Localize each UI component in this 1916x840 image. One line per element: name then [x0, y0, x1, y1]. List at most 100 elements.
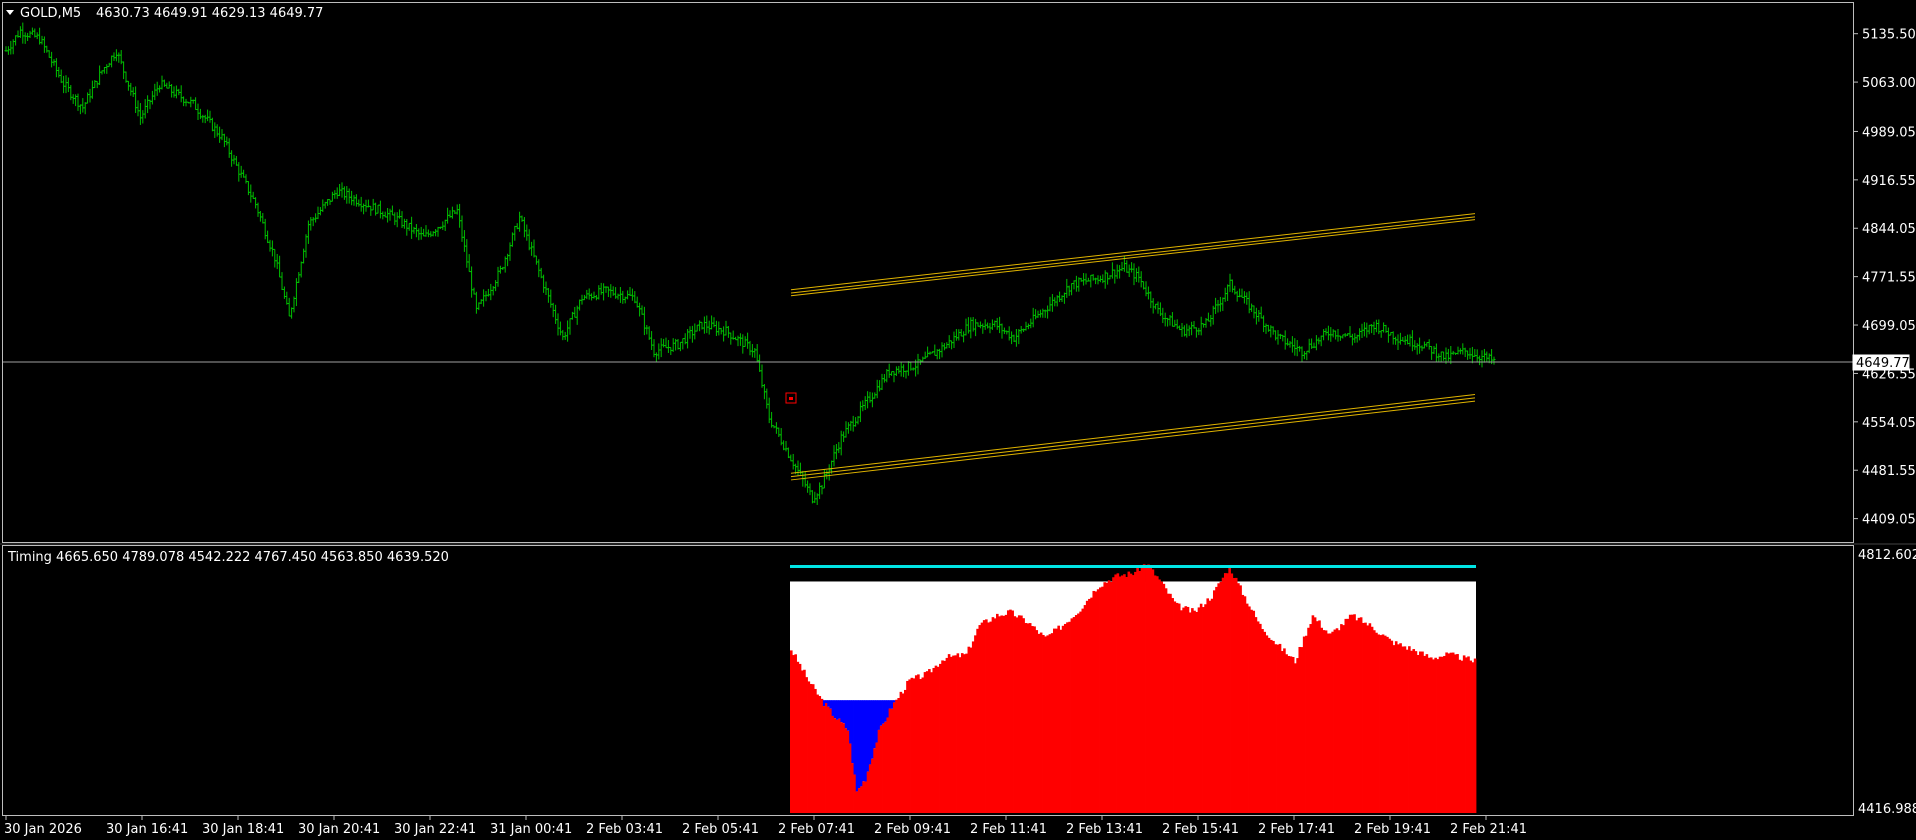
price-bar	[1209, 314, 1213, 327]
price-bar	[486, 288, 490, 297]
price-bar	[1334, 330, 1338, 340]
price-bar	[618, 286, 622, 303]
price-bar	[287, 297, 291, 317]
price-bar	[1127, 264, 1131, 278]
price-bar	[1017, 329, 1021, 345]
dropdown-triangle-icon[interactable]	[6, 10, 14, 15]
price-bar	[791, 453, 795, 470]
price-bar	[398, 209, 402, 219]
price-bar	[330, 191, 334, 202]
price-bar	[609, 284, 613, 298]
price-bar	[755, 344, 759, 362]
price-bar	[527, 229, 531, 251]
price-bar	[318, 207, 322, 216]
price-bar	[556, 313, 560, 336]
price-bar	[669, 346, 673, 356]
price-bar	[443, 219, 447, 231]
price-bar	[962, 331, 966, 343]
price-bar	[978, 321, 982, 329]
price-bar	[1206, 312, 1210, 322]
price-bar	[1072, 280, 1076, 290]
price-bar	[141, 110, 145, 124]
price-bar	[645, 324, 649, 335]
price-bar	[244, 174, 248, 184]
price-bar	[165, 82, 169, 89]
price-bar	[335, 187, 339, 199]
price-bar	[1276, 329, 1280, 345]
price-bar	[729, 332, 733, 345]
price-bar	[1427, 339, 1431, 350]
price-bar	[530, 241, 534, 256]
price-bar	[162, 79, 166, 87]
price-bar	[52, 59, 56, 66]
channel-line	[790, 219, 1476, 297]
price-bar	[1262, 315, 1266, 333]
price-bar	[364, 199, 368, 212]
price-bar	[954, 329, 958, 341]
price-bar	[95, 80, 99, 89]
price-bar	[1360, 323, 1364, 339]
price-bar	[1439, 351, 1443, 363]
price-bar	[429, 231, 433, 238]
price-bar	[1326, 325, 1330, 341]
price-bar	[1190, 321, 1194, 336]
price-bar	[938, 348, 942, 360]
price-bar	[820, 484, 824, 495]
price-bar	[198, 108, 202, 120]
price-bar	[21, 22, 25, 44]
price-bar	[462, 230, 466, 252]
time-axis: 30 Jan 2026 30 Jan 16:41 30 Jan 18:41 30 Ja…	[4, 816, 1527, 837]
price-bar	[880, 373, 884, 391]
price-bar	[1118, 265, 1122, 279]
price-bar	[832, 445, 836, 467]
price-bar	[1058, 291, 1062, 303]
price-bar	[1288, 341, 1292, 348]
price-bar	[350, 190, 354, 206]
price-bar	[1010, 331, 1014, 345]
price-bar	[138, 103, 142, 125]
price-bar	[904, 370, 908, 379]
price-bar	[839, 430, 843, 456]
price-bar	[174, 85, 178, 99]
current-price-label: 4649.77	[1856, 356, 1910, 371]
price-bar	[321, 199, 325, 213]
price-bar	[1458, 348, 1462, 355]
price-bar	[196, 103, 200, 120]
price-bar	[1134, 268, 1138, 283]
price-bar	[1293, 338, 1297, 356]
price-bar	[88, 88, 92, 103]
price-bar	[1101, 274, 1105, 284]
price-bar	[316, 206, 320, 220]
price-bar	[808, 483, 812, 496]
price-bar	[1120, 261, 1124, 272]
price-bar	[707, 320, 711, 335]
price-bar	[518, 211, 522, 232]
price-bar	[153, 83, 157, 101]
price-bar	[558, 321, 562, 336]
price-bar	[1437, 353, 1441, 363]
price-bar	[1257, 310, 1261, 322]
price-bar	[642, 306, 646, 336]
price-bar	[179, 85, 183, 103]
price-bar	[750, 344, 754, 358]
price-bar	[616, 293, 620, 300]
price-bar	[575, 305, 579, 325]
indicator-caption: Timing 4665.650 4789.078 4542.222 4767.4…	[7, 550, 449, 565]
channel-line	[790, 393, 1476, 474]
price-bar	[1170, 312, 1174, 327]
price-bar	[328, 199, 332, 205]
price-bar	[1194, 327, 1198, 338]
price-bar	[1197, 327, 1201, 336]
price-bar	[28, 30, 32, 38]
price-bar	[825, 470, 829, 480]
price-bar	[1305, 350, 1309, 361]
price-bar	[890, 371, 894, 376]
price-bar	[1156, 301, 1160, 314]
price-bar	[160, 75, 164, 90]
price-bar	[1163, 312, 1167, 327]
price-bar	[1475, 349, 1479, 363]
price-bar	[134, 86, 138, 113]
price-bar	[688, 326, 692, 339]
price-bar	[1413, 340, 1417, 350]
price-bar	[218, 126, 222, 143]
